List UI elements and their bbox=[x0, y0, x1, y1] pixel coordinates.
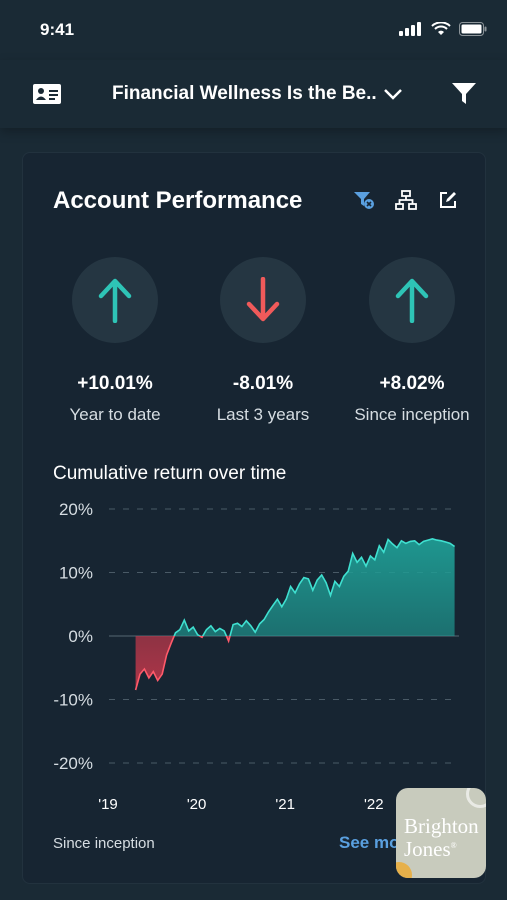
cumulative-return-chart[interactable]: 20% 10% 0% -10% -20% '19 '20 '21 '22 bbox=[23, 153, 487, 823]
contact-card-icon[interactable] bbox=[32, 82, 62, 106]
x-tick-label: '22 bbox=[364, 796, 384, 813]
footer-since-inception: Since inception bbox=[53, 835, 155, 852]
signal-icon bbox=[399, 22, 421, 36]
status-time: 9:41 bbox=[40, 20, 75, 39]
battery-icon bbox=[459, 22, 487, 36]
x-tick-label: '19 bbox=[98, 796, 118, 813]
y-tick-label: -20% bbox=[53, 754, 93, 773]
y-tick-label: 0% bbox=[68, 627, 93, 646]
nav-bar: Financial Wellness Is the Be.. bbox=[0, 60, 507, 128]
filter-icon[interactable] bbox=[451, 82, 477, 106]
account-performance-card: Account Performance +10.01% Year to date… bbox=[22, 152, 486, 884]
area-positive bbox=[135, 538, 455, 636]
household-selector[interactable]: Financial Wellness Is the Be.. bbox=[112, 83, 403, 105]
y-tick-label: 20% bbox=[59, 500, 93, 519]
x-tick-label: '21 bbox=[275, 796, 295, 813]
see-more-link[interactable]: See mo bbox=[339, 833, 399, 853]
x-tick-label: '20 bbox=[187, 796, 207, 813]
y-tick-label: -10% bbox=[53, 691, 93, 710]
brighton-jones-logo: Brighton Jones® bbox=[396, 788, 486, 878]
wifi-icon bbox=[431, 22, 451, 35]
status-bar: 9:41 bbox=[0, 0, 507, 60]
household-name: Financial Wellness Is the Be.. bbox=[112, 83, 377, 104]
chevron-down-icon bbox=[383, 89, 402, 100]
status-icons bbox=[399, 22, 487, 36]
y-tick-label: 10% bbox=[59, 564, 93, 583]
